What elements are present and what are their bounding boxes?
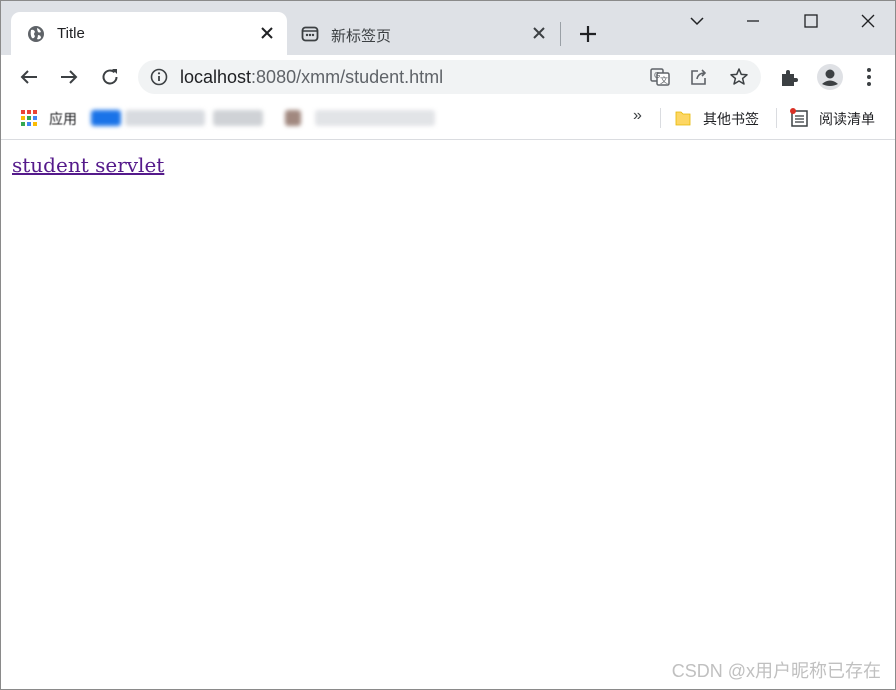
profile-avatar-icon[interactable] <box>816 63 844 91</box>
forward-arrow-icon[interactable] <box>57 65 81 89</box>
share-icon[interactable] <box>689 67 709 87</box>
reading-list-label: 阅读清单 <box>819 111 875 127</box>
more-menu-icon[interactable] <box>857 65 881 89</box>
apps-grid-icon <box>21 110 37 126</box>
blurred-bookmark[interactable] <box>315 110 435 126</box>
svg-text:文: 文 <box>660 75 668 85</box>
tab-title-label: Title <box>57 25 85 42</box>
csdn-watermark: CSDN @x用户昵称已存在 <box>671 661 881 681</box>
translate-icon[interactable]: G 文 <box>650 67 670 87</box>
blurred-bookmark[interactable] <box>125 110 205 126</box>
tab-new-tab[interactable]: 新标签页 <box>291 12 559 55</box>
bookmarks-overflow-chevron[interactable]: » <box>633 107 642 125</box>
other-bookmarks-label: 其他书签 <box>703 111 759 127</box>
bookmark-star-icon[interactable] <box>729 67 749 87</box>
new-tab-plus-icon[interactable] <box>575 21 601 47</box>
bookmarks-divider <box>776 108 777 128</box>
tab-new-tab-label: 新标签页 <box>331 28 392 45</box>
tab-separator <box>560 22 561 46</box>
reload-icon[interactable] <box>98 65 122 89</box>
page-content: student servlet CSDN @x用户昵称已存在 <box>1 140 895 689</box>
browser-window: Title 新标签页 localhost:8080/xmm/student.ht… <box>0 0 896 690</box>
extensions-icon[interactable] <box>778 65 802 89</box>
close-icon[interactable] <box>856 9 880 33</box>
new-tab-page-icon <box>301 26 319 42</box>
reading-list-icon <box>790 108 808 127</box>
back-arrow-icon[interactable] <box>17 65 41 89</box>
blurred-bookmark[interactable] <box>285 110 301 126</box>
bookmarks-bar: 应用 » 其他书签 阅读清单 <box>1 99 895 140</box>
close-tab-icon[interactable] <box>531 25 547 41</box>
blurred-bookmark[interactable] <box>91 110 121 126</box>
browser-toolbar: localhost:8080/xmm/student.html G 文 <box>1 55 895 99</box>
maximize-icon[interactable] <box>799 9 823 33</box>
url-text[interactable]: localhost:8080/xmm/student.html <box>180 67 443 88</box>
bookmark-apps-label: 应用 <box>49 111 77 127</box>
site-info-icon[interactable] <box>150 68 168 86</box>
url-host: localhost <box>180 67 252 87</box>
student-servlet-link[interactable]: student servlet <box>12 153 164 177</box>
bookmarks-divider <box>660 108 661 128</box>
folder-icon <box>675 111 691 126</box>
url-path: :8080/xmm/student.html <box>251 67 444 87</box>
blurred-bookmark[interactable] <box>213 110 263 126</box>
close-tab-icon[interactable] <box>259 25 275 41</box>
tab-title[interactable]: Title <box>11 12 287 55</box>
minimize-icon[interactable] <box>741 9 765 33</box>
tab-strip: Title 新标签页 <box>1 1 895 55</box>
address-bar[interactable]: localhost:8080/xmm/student.html G 文 <box>138 60 761 94</box>
globe-icon <box>28 26 44 42</box>
dropdown-chevron-icon[interactable] <box>685 9 709 33</box>
